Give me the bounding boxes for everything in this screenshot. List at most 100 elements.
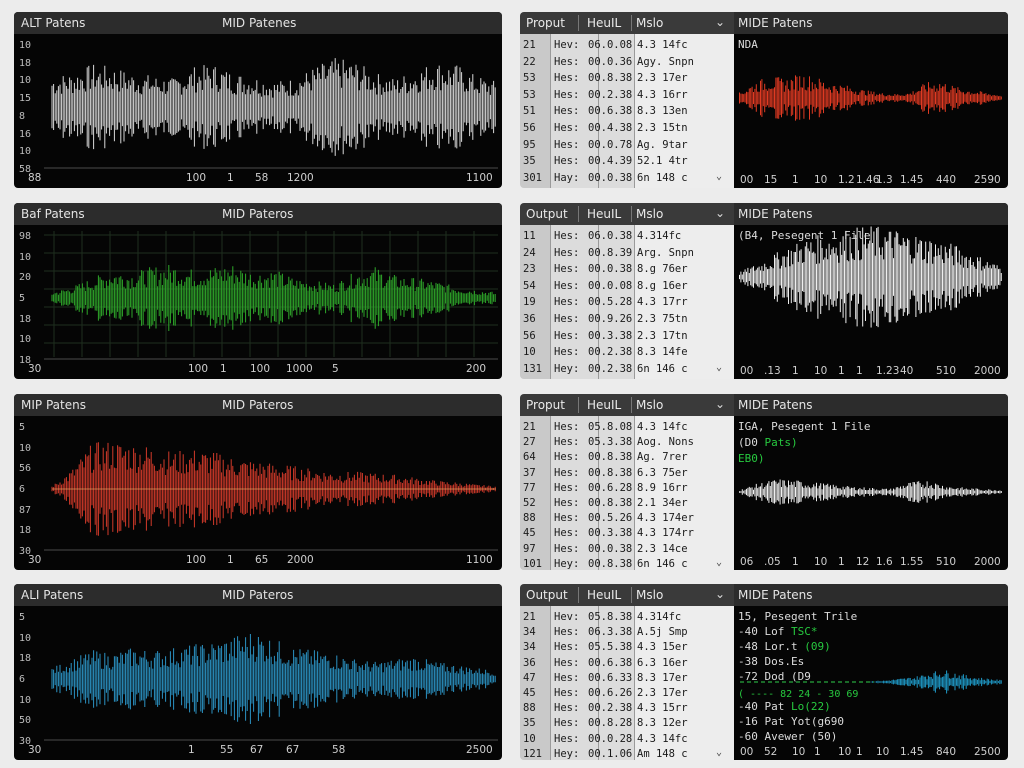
- column-header-2[interactable]: Mslo: [636, 207, 663, 221]
- table-body: 21 Hev: 06.0.08 4.3 14fc 22 Hes: 00.0.36 Agy. S…: [520, 34, 734, 188]
- table-cell: 00.1.06: [588, 747, 633, 760]
- table-cell: 36: [523, 656, 536, 669]
- log-text: -48 Lor.t: [738, 640, 805, 653]
- chevron-down-icon[interactable]: ⌄: [715, 397, 725, 411]
- x-axis-label: 10: [814, 174, 828, 186]
- table-cell: Hes:: [554, 641, 580, 654]
- waveform-header: MIP Patens MID Pateros: [14, 394, 502, 416]
- x-axis-label: 840: [936, 746, 957, 758]
- x-axis-label: 30: [28, 363, 42, 375]
- column-header-0[interactable]: Output: [526, 588, 568, 602]
- table-cell: 36: [523, 313, 536, 325]
- table-cell: Hes:: [554, 138, 580, 151]
- column-separator[interactable]: [631, 206, 632, 222]
- waveform-plot[interactable]: 5 10 56 6 87 18 30 30 100 1 65 2000 1100: [14, 416, 502, 570]
- table-cell: 6.3 16er: [637, 656, 688, 669]
- table-cell: 10: [523, 346, 536, 359]
- table-body: 11 Hes: 06.0.38 4.314fc 24 Hes: 00.8.39 Arg. Sn…: [520, 225, 734, 379]
- table-row[interactable]: 22 Hes: 00.0.36 Agy. Snpn: [520, 54, 734, 71]
- chevron-down-icon[interactable]: ⌄: [716, 362, 722, 373]
- log-text: -16 Pat Yot(g690: [738, 715, 844, 728]
- log-line: NDA: [738, 38, 758, 51]
- x-axis-label: 2000: [974, 365, 1001, 377]
- table-cell: A.5j Smp: [637, 626, 688, 639]
- chevron-down-icon[interactable]: ⌄: [715, 15, 725, 29]
- x-axis-label: 1.23: [876, 365, 900, 377]
- table-cell: Hes:: [554, 451, 580, 464]
- column-header-1[interactable]: HeuIL: [587, 398, 621, 412]
- table-cell: 2.3 15tn: [637, 122, 688, 134]
- column-separator[interactable]: [578, 587, 579, 603]
- waveform-plot[interactable]: 98 10 20 5 18 10 18 30 100 1 100 1000 5 200: [14, 225, 502, 379]
- table-cell: 4.3 14fc: [637, 732, 688, 745]
- table-cell: Hes:: [554, 72, 580, 85]
- table-cell: 00.8.38: [588, 466, 633, 479]
- chevron-down-icon[interactable]: ⌄: [715, 587, 725, 601]
- waveform-header: ALT Patens MID Patenes: [14, 12, 502, 34]
- x-axis-label: 440: [936, 174, 957, 186]
- chevron-down-icon[interactable]: ⌄: [716, 171, 722, 182]
- waveform-plot[interactable]: 5 10 18 6 10 50 30 30 1 55 67 67 58 2500: [14, 606, 502, 760]
- column-header-2[interactable]: Mslo: [636, 16, 663, 30]
- column-separator[interactable]: [578, 206, 579, 222]
- table-cell: 00.3.38: [588, 329, 633, 342]
- table-row[interactable]: 36 Hes: 00.9.26 2.3 75tn: [520, 311, 734, 328]
- column-header-2[interactable]: Mslo: [636, 398, 663, 412]
- table-cell: Hev:: [554, 39, 580, 51]
- table-cell: 2.1 34er: [637, 497, 688, 509]
- column-header-1[interactable]: HeuIL: [587, 207, 621, 221]
- x-axis-label: 1: [856, 746, 863, 758]
- table-row[interactable]: 56 Hes: 00.3.38 2.3 17tn: [520, 328, 734, 345]
- table-row[interactable]: 54 Hes: 00.0.08 8.g 16er: [520, 278, 734, 295]
- table-row[interactable]: 11 Hes: 06.0.38 4.314fc: [520, 228, 734, 245]
- waveform-panel: ALI Patens MID Pateros 5 10 18 6 10 50 30 30 1 55 67…: [14, 584, 502, 760]
- table-row[interactable]: 23 Hes: 00.0.38 8.g 76er: [520, 261, 734, 278]
- table-cell: 00.8.38: [588, 557, 633, 570]
- x-axis-label: 1100: [466, 172, 493, 184]
- column-header-0[interactable]: Proput: [526, 16, 565, 30]
- column-separator[interactable]: [578, 15, 579, 31]
- chevron-down-icon[interactable]: ⌄: [716, 747, 722, 758]
- column-header-2[interactable]: Mslo: [636, 588, 663, 602]
- table-row[interactable]: 101 Hey: 00.8.38 6n 146 c ⌄: [520, 556, 734, 570]
- chevron-down-icon[interactable]: ⌄: [715, 206, 725, 220]
- x-axis-label: 06: [740, 556, 754, 568]
- table-row[interactable]: 53 Hes: 00.8.38 2.3 17er: [520, 70, 734, 87]
- table-cell: 10: [523, 732, 536, 745]
- column-header-1[interactable]: HeuIL: [587, 16, 621, 30]
- table-row[interactable]: 53 Hes: 00.2.38 4.3 16rr: [520, 87, 734, 104]
- table-row[interactable]: 131 Hey: 00.2.38 6n 146 c ⌄: [520, 361, 734, 378]
- table-row[interactable]: 10 Hes: 00.2.38 8.3 14fe: [520, 344, 734, 361]
- waveform-header: Baf Patens MID Pateros: [14, 203, 502, 225]
- table-row[interactable]: 21 Hev: 06.0.08 4.3 14fc: [520, 37, 734, 54]
- waveform-title: ALT Patens: [21, 16, 86, 30]
- x-axis-label: 1.45: [900, 174, 924, 186]
- table-row[interactable]: 24 Hes: 00.8.39 Arg. Snpn: [520, 245, 734, 262]
- waveform-graph: [44, 231, 498, 360]
- chevron-down-icon[interactable]: ⌄: [716, 557, 722, 568]
- column-separator[interactable]: [631, 397, 632, 413]
- column-header-0[interactable]: Output: [526, 207, 568, 221]
- table-cell: 56: [523, 329, 536, 342]
- column-separator[interactable]: [578, 397, 579, 413]
- y-axis-label: 5: [19, 612, 26, 623]
- column-separator[interactable]: [631, 15, 632, 31]
- x-axis-label: 88: [28, 172, 42, 184]
- column-separator[interactable]: [631, 587, 632, 603]
- column-header-0[interactable]: Proput: [526, 398, 565, 412]
- table-row[interactable]: 95 Hes: 00.0.78 Ag. 9tar: [520, 137, 734, 154]
- table-row[interactable]: 56 Hes: 00.4.38 2.3 15tn: [520, 120, 734, 137]
- table-cell: 34: [523, 626, 536, 639]
- waveform-plot[interactable]: 10 18 10 15 8 16 10 58 88 100 1 58 1200 1100: [14, 34, 502, 188]
- table-row[interactable]: 121 Hey: 00.1.06 Am 148 c ⌄: [520, 746, 734, 760]
- table-row[interactable]: 19 Hes: 00.5.28 4.3 17rr: [520, 294, 734, 311]
- data-table-panel: Proput HeuIL Mslo ⌄ 21 Hes: 05.8.08 4.3 14fc 27 H…: [520, 394, 734, 570]
- table-row[interactable]: 35 Hes: 00.4.39 52.1 4tr: [520, 153, 734, 170]
- table-row[interactable]: 301 Hay: 00.0.38 6n 148 c ⌄: [520, 170, 734, 187]
- table-cell: 88: [523, 702, 536, 715]
- table-cell: Hes:: [554, 671, 580, 684]
- column-header-1[interactable]: HeuIL: [587, 588, 621, 602]
- table-row[interactable]: 51 Hes: 00.6.38 8.3 13en: [520, 103, 734, 120]
- table-cell: Hes:: [554, 346, 580, 359]
- table-cell: 05.5.38: [588, 641, 633, 654]
